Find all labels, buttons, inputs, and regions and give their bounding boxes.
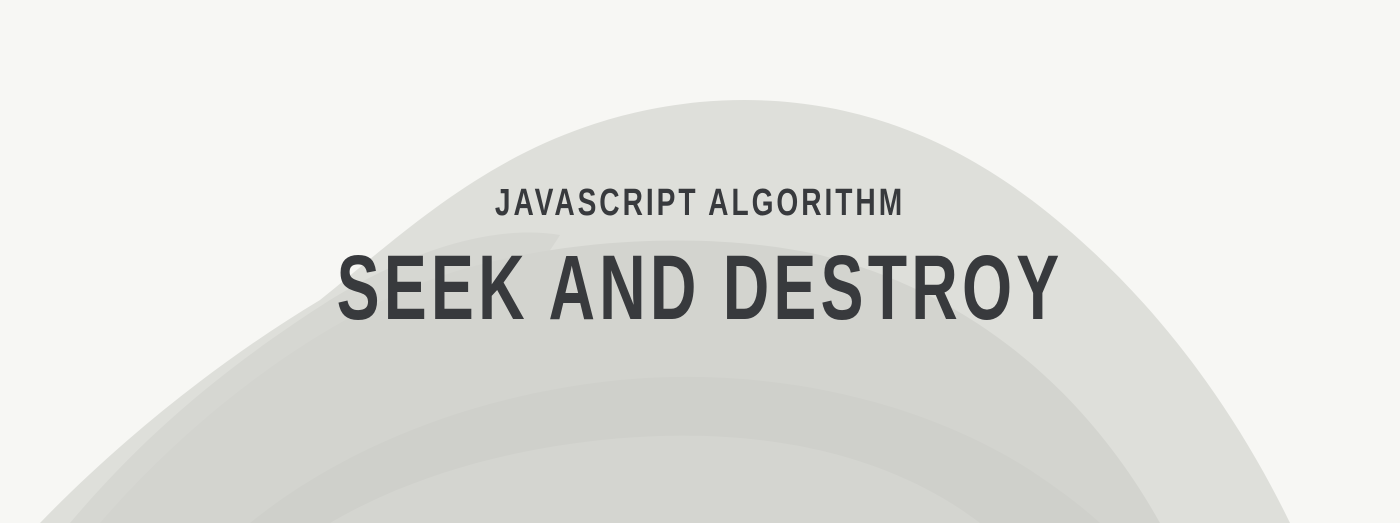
article-kicker: JAVASCRIPT ALGORITHM — [494, 182, 906, 224]
hero-banner: JAVASCRIPT ALGORITHM SEEK AND DESTROY — [0, 0, 1400, 523]
title-block: JAVASCRIPT ALGORITHM SEEK AND DESTROY — [0, 0, 1400, 523]
article-headline: SEEK AND DESTROY — [336, 237, 1064, 339]
